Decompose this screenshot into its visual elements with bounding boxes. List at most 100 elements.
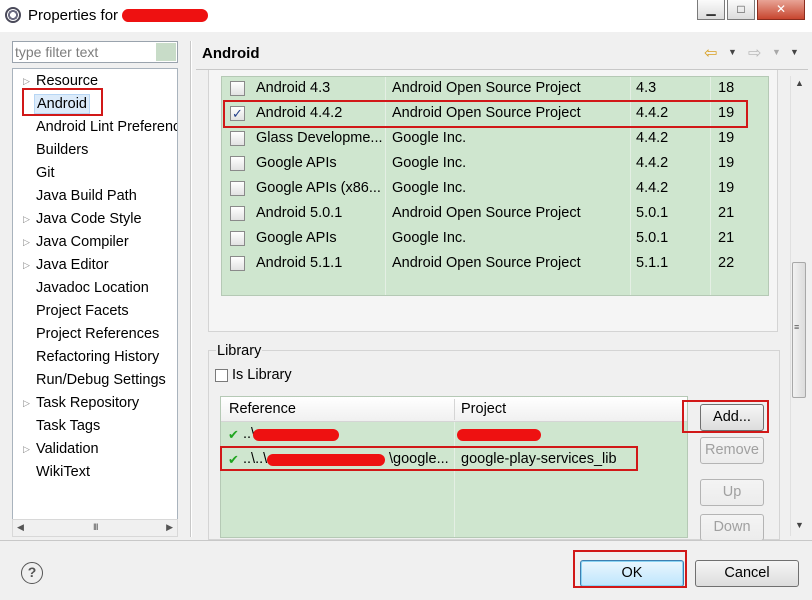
target-api-level: 18 [718,80,735,96]
scroll-grip-icon: ≡ [794,322,800,332]
pane-splitter[interactable] [190,41,192,537]
target-name: Google APIs [256,230,337,246]
tree-item[interactable]: Project References [13,323,177,345]
scroll-up-arrow-icon[interactable]: ▲ [795,78,804,88]
tree-item[interactable]: ▷ Java Compiler [13,231,177,253]
move-up-button[interactable]: Up [700,479,764,506]
tree-item-label: Android Lint Preferences [36,119,177,135]
window-title: Properties for [28,7,119,24]
tree-item-label: Java Editor [36,257,109,273]
column-header-reference[interactable]: Reference [229,397,296,422]
tree-item-label: Task Tags [36,418,101,434]
target-vendor: Android Open Source Project [392,255,581,271]
tree-item-label: Java Compiler [36,234,129,250]
move-down-button[interactable]: Down [700,514,764,541]
expand-arrow-icon[interactable]: ▷ [23,208,31,230]
page-vertical-scrollbar[interactable]: ▲ ≡ ▼ [790,76,807,536]
tree-item-label: Builders [36,142,89,158]
table-row[interactable]: Android 5.1.1 Android Open Source Project… [222,251,768,276]
target-api-level: 19 [718,155,735,171]
tree-item[interactable]: ▷ Java Code Style [13,208,177,230]
scroll-right-arrow-icon[interactable]: ▶ [166,522,173,533]
target-name: Glass Developme... [256,130,382,146]
highlight-box [223,100,748,128]
tree-item-label: Git [36,165,55,181]
tree-item-label: Javadoc Location [36,280,149,296]
highlight-box [573,550,687,588]
close-button[interactable]: ✕ [757,0,805,20]
target-checkbox[interactable] [230,256,245,271]
help-icon[interactable]: ? [21,562,43,584]
back-arrow-icon[interactable]: ⇦ [704,43,717,63]
highlight-box [220,446,638,471]
target-checkbox[interactable] [230,81,245,96]
eclipse-icon [5,7,21,23]
tree-item[interactable]: ▷ Task Repository [13,392,177,414]
table-row[interactable]: Google APIs (x86... Google Inc. 4.4.2 19 [222,176,768,201]
target-checkbox[interactable] [230,156,245,171]
column-header-project[interactable]: Project [461,397,506,422]
page-title: Android [202,45,260,62]
target-platform: 5.0.1 [636,230,669,246]
tree-item[interactable]: Java Build Path [13,185,177,207]
tree-item-label: Java Code Style [36,211,142,227]
scroll-grip[interactable]: III [93,522,98,532]
tree-item-label: Project Facets [36,303,129,319]
target-api-level: 22 [718,255,735,271]
tree-item[interactable]: ▷ Validation [13,438,177,460]
table-row[interactable]: Android 4.3 Android Open Source Project 4.… [222,77,768,101]
table-row[interactable]: Android 5.0.1 Android Open Source Project… [222,201,768,226]
checkbox-box[interactable] [215,369,228,382]
target-platform: 4.4.2 [636,130,669,146]
target-checkbox[interactable] [230,206,245,221]
tree-item[interactable]: Refactoring History [13,346,177,368]
tree-horizontal-scrollbar[interactable]: ◀ III ▶ [12,519,178,537]
filter-field[interactable] [12,41,178,63]
table-row[interactable]: Glass Developme... Google Inc. 4.4.2 19 [222,126,768,151]
scroll-down-arrow-icon[interactable]: ▼ [795,520,804,530]
table-row[interactable]: Google APIs Google Inc. 5.0.1 21 [222,226,768,251]
cancel-button[interactable]: Cancel [695,560,799,587]
scroll-left-arrow-icon[interactable]: ◀ [17,522,24,533]
target-checkbox[interactable] [230,231,245,246]
tree-item[interactable]: Project Facets [13,300,177,322]
highlight-box [682,400,769,433]
forward-arrow-icon[interactable]: ⇨ [748,43,761,63]
tree-item[interactable]: Builders [13,139,177,161]
tree-item[interactable]: Javadoc Location [13,277,177,299]
back-dropdown-icon[interactable]: ▼ [728,47,737,57]
tree-item[interactable]: Android Lint Preferences [13,116,177,138]
expand-arrow-icon[interactable]: ▷ [23,438,31,460]
clear-filter-icon[interactable] [156,43,176,61]
tree-item[interactable]: WikiText [13,461,177,483]
forward-dropdown-icon[interactable]: ▼ [772,47,781,57]
redaction-mark [253,429,339,441]
filter-input[interactable] [15,43,155,61]
tree-item-label: Project References [36,326,160,342]
expand-arrow-icon[interactable]: ▷ [23,392,31,414]
maximize-button[interactable]: □ [727,0,755,20]
remove-library-button[interactable]: Remove [700,437,764,464]
tree-item[interactable]: Task Tags [13,415,177,437]
target-checkbox[interactable] [230,181,245,196]
tree-item-label: Java Build Path [36,188,137,204]
view-menu-icon[interactable]: ▼ [790,47,799,57]
tree-item[interactable]: Run/Debug Settings [13,369,177,391]
tree-item-label: Run/Debug Settings [36,372,166,388]
table-row[interactable]: Google APIs Google Inc. 4.4.2 19 [222,151,768,176]
column-divider [454,399,455,420]
target-api-level: 21 [718,205,735,221]
expand-arrow-icon[interactable]: ▷ [23,254,31,276]
target-checkbox[interactable] [230,131,245,146]
target-name: Android 5.0.1 [256,205,343,221]
table-row[interactable]: ✔ ..\ [221,422,687,447]
tree-item[interactable]: ▷ Java Editor [13,254,177,276]
minimize-button[interactable]: ▁ [697,0,725,20]
expand-arrow-icon[interactable]: ▷ [23,231,31,253]
redaction-mark [457,429,541,441]
target-api-level: 19 [718,130,735,146]
tree-item-label: Refactoring History [36,349,160,365]
table-header: Reference Project [221,397,687,422]
target-api-level: 21 [718,230,735,246]
tree-item[interactable]: Git [13,162,177,184]
